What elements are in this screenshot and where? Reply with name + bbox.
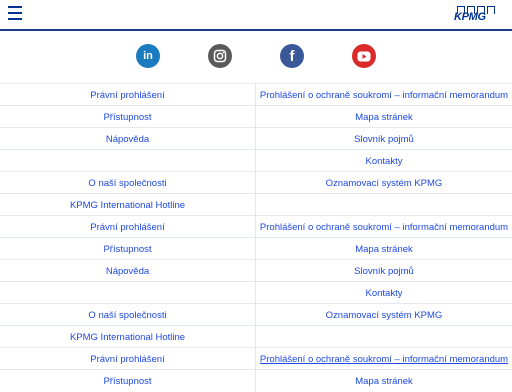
footer-link[interactable]: Oznamovací systém KPMG (256, 172, 512, 194)
header-divider (0, 29, 512, 31)
footer-link[interactable]: Mapa stránek (256, 238, 512, 260)
link-row: KPMG International Hotline (0, 325, 512, 348)
empty-cell (256, 194, 512, 216)
link-row: Kontakty (0, 281, 512, 304)
social-links: in f (0, 44, 512, 70)
link-row: O naší společnosti Oznamovací systém KPMG (0, 303, 512, 326)
footer-links-table: Právní prohlášení Prohlášení o ochraně so… (0, 83, 512, 392)
empty-cell (0, 282, 256, 304)
footer-link[interactable]: KPMG International Hotline (0, 326, 256, 348)
link-row: Kontakty (0, 149, 512, 172)
link-row: Právní prohlášení Prohlášení o ochraně so… (0, 83, 512, 106)
footer-link[interactable]: Mapa stránek (256, 106, 512, 128)
menu-hamburger-icon[interactable] (8, 6, 22, 20)
link-row: Přístupnost Mapa stránek (0, 369, 512, 392)
link-row: O naší společnosti Oznamovací systém KPMG (0, 171, 512, 194)
footer-link[interactable]: O naší společnosti (0, 304, 256, 326)
kpmg-logo[interactable]: KPMG (454, 6, 496, 23)
footer-link[interactable]: O naší společnosti (0, 172, 256, 194)
footer-link[interactable]: Oznamovací systém KPMG (256, 304, 512, 326)
instagram-glyph (213, 49, 227, 63)
link-row: Přístupnost Mapa stránek (0, 105, 512, 128)
footer-link[interactable]: Nápověda (0, 260, 256, 282)
link-row: Nápověda Slovník pojmů (0, 127, 512, 150)
facebook-glyph: f (289, 47, 295, 65)
site-header: KPMG (0, 0, 512, 30)
footer-link[interactable]: Nápověda (0, 128, 256, 150)
link-row: KPMG International Hotline (0, 193, 512, 216)
logo-text: KPMG (454, 11, 486, 23)
footer-link[interactable]: Kontakty (256, 282, 512, 304)
link-row: Právní prohlášení Prohlášení o ochraně so… (0, 215, 512, 238)
footer-link[interactable]: Prohlášení o ochraně soukromí – informač… (256, 216, 512, 238)
footer-link[interactable]: Přístupnost (0, 106, 256, 128)
footer-link[interactable]: KPMG International Hotline (0, 194, 256, 216)
empty-cell (256, 326, 512, 348)
footer-link[interactable]: Slovník pojmů (256, 260, 512, 282)
footer-link[interactable]: Prohlášení o ochraně soukromí – informač… (256, 348, 512, 370)
linkedin-icon[interactable]: in (136, 44, 160, 68)
youtube-icon[interactable] (352, 44, 376, 68)
link-row: Právní prohlášení Prohlášení o ochraně so… (0, 347, 512, 370)
youtube-glyph (357, 51, 371, 61)
footer-link[interactable]: Kontakty (256, 150, 512, 172)
footer-link[interactable]: Právní prohlášení (0, 348, 256, 370)
footer-link[interactable]: Mapa stránek (256, 370, 512, 392)
footer-link[interactable]: Prohlášení o ochraně soukromí – informač… (256, 84, 512, 106)
footer-link[interactable]: Slovník pojmů (256, 128, 512, 150)
footer-link[interactable]: Právní prohlášení (0, 216, 256, 238)
link-row: Přístupnost Mapa stránek (0, 237, 512, 260)
empty-cell (0, 150, 256, 172)
instagram-icon[interactable] (208, 44, 232, 68)
link-row: Nápověda Slovník pojmů (0, 259, 512, 282)
linkedin-glyph: in (143, 50, 153, 62)
footer-link[interactable]: Právní prohlášení (0, 84, 256, 106)
footer-link[interactable]: Přístupnost (0, 370, 256, 392)
facebook-icon[interactable]: f (280, 44, 304, 68)
footer-link[interactable]: Přístupnost (0, 238, 256, 260)
